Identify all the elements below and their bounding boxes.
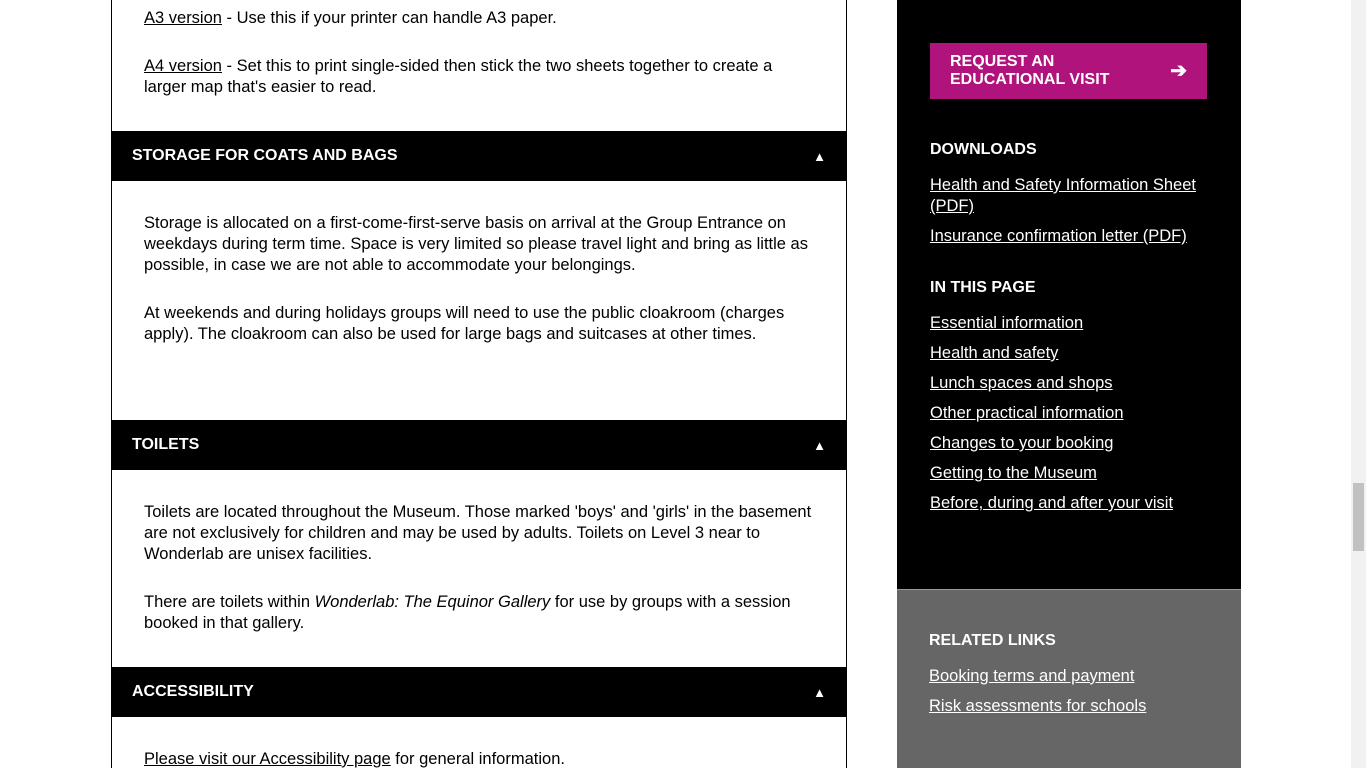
- a3-paragraph: A3 version - Use this if your printer ca…: [144, 8, 814, 29]
- accordion-storage[interactable]: STORAGE FOR COATS AND BAGS ▲: [112, 131, 846, 181]
- page-link[interactable]: Getting to the Museum: [930, 464, 1097, 482]
- arrow-right-icon: ➔: [1170, 60, 1187, 82]
- collapse-triangle-icon: ▲: [813, 684, 826, 700]
- related-link[interactable]: Booking terms and payment: [929, 667, 1134, 685]
- section-title: TOILETS: [132, 436, 200, 453]
- collapse-triangle-icon: ▲: [813, 148, 826, 164]
- page-link[interactable]: Essential information: [930, 314, 1083, 332]
- button-label: REQUEST AN EDUCATIONAL VISIT: [950, 53, 1110, 88]
- toilets-text: Toilets are located throughout the Museu…: [144, 503, 812, 563]
- a3-version-link[interactable]: A3 version: [144, 9, 222, 27]
- collapse-triangle-icon: ▲: [813, 437, 826, 453]
- download-link[interactable]: Insurance confirmation letter (PDF): [930, 227, 1187, 245]
- accessibility-text: Please visit our Accessibility page for …: [144, 750, 565, 768]
- section-title: STORAGE FOR COATS AND BAGS: [132, 147, 398, 164]
- scrollbar[interactable]: [1351, 0, 1366, 768]
- related-links-panel: RELATED LINKS Booking terms and payment …: [897, 589, 1241, 768]
- related-link[interactable]: Risk assessments for schools: [929, 697, 1146, 715]
- a4-version-link[interactable]: A4 version: [144, 57, 222, 75]
- in-this-page-heading: IN THIS PAGE: [930, 279, 1036, 296]
- accordion-accessibility[interactable]: ACCESSIBILITY ▲: [112, 667, 846, 717]
- page-link[interactable]: Before, during and after your visit: [930, 494, 1173, 512]
- wonderlab-text: There are toilets within Wonderlab: The …: [144, 593, 791, 632]
- scrollbar-thumb[interactable]: [1353, 483, 1364, 551]
- page-link[interactable]: Changes to your booking: [930, 434, 1113, 452]
- storage-text: Storage is allocated on a first-come-fir…: [144, 214, 808, 274]
- a4-paragraph: A4 version - Set this to print single-si…: [144, 56, 814, 98]
- a3-text: - Use this if your printer can handle A3…: [221, 9, 557, 27]
- request-visit-button[interactable]: REQUEST AN EDUCATIONAL VISIT ➔: [930, 43, 1207, 99]
- page-link[interactable]: Lunch spaces and shops: [930, 374, 1113, 392]
- page-link[interactable]: Health and safety: [930, 344, 1058, 362]
- related-links-heading: RELATED LINKS: [929, 632, 1056, 649]
- downloads-heading: DOWNLOADS: [930, 141, 1037, 158]
- cloakroom-text: At weekends and during holidays groups w…: [144, 304, 785, 343]
- sidebar: REQUEST AN EDUCATIONAL VISIT ➔ DOWNLOADS …: [897, 0, 1241, 589]
- main-content: A3 version - Use this if your printer ca…: [111, 0, 847, 768]
- section-title: ACCESSIBILITY: [132, 683, 254, 700]
- a4-text: - Set this to print single-sided then st…: [144, 57, 773, 96]
- download-link[interactable]: Health and Safety Information Sheet (PDF…: [930, 176, 1196, 215]
- page-link[interactable]: Other practical information: [930, 404, 1124, 422]
- accordion-toilets[interactable]: TOILETS ▲: [112, 420, 846, 470]
- accessibility-page-link[interactable]: Please visit our Accessibility page: [144, 750, 391, 768]
